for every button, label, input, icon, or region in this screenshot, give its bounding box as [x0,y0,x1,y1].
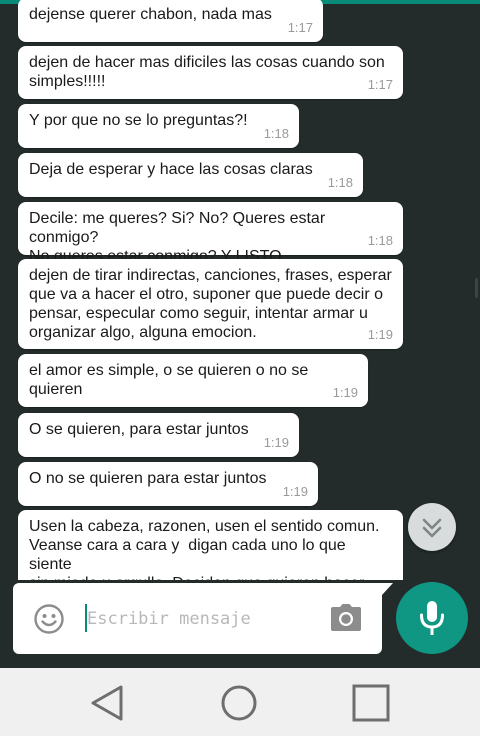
message-time: 1:19 [263,435,289,450]
message-bubble[interactable]: dejen de hacer mas dificiles las cosas c… [18,46,403,99]
message-time: 1:18 [327,175,353,190]
system-navigation-bar [0,668,480,736]
message-bubble[interactable]: Usen la cabeza, razonen, usen el sentido… [18,510,403,580]
message-text: Decile: me queres? Si? No? Queres estar … [29,210,326,265]
message-bubble[interactable]: dejen de tirar indirectas, canciones, fr… [18,259,403,349]
message-bubble[interactable]: Y por que no se lo preguntas?! 1:18 [18,104,299,148]
camera-icon [331,604,361,631]
emoji-button[interactable] [33,603,65,635]
message-time: 1:19 [282,484,308,499]
message-bubble[interactable]: O no se quieren para estar juntos 1:19 [18,462,318,506]
message-text: O se quieren, para estar juntos [29,421,249,438]
message-time: 1:17 [287,20,313,35]
message-bubble[interactable]: Decile: me queres? Si? No? Queres estar … [18,202,403,265]
message-text: Deja de esperar y hace las cosas claras [29,161,313,178]
back-triangle-icon [91,685,123,721]
message-text: dejen de hacer mas dificiles las cosas c… [29,54,385,90]
nav-home-button[interactable] [219,683,259,723]
message-bubble[interactable]: el amor es simple, o se quieren o no se … [18,354,368,407]
message-time: 1:19 [367,327,393,342]
message-bubble[interactable]: dejense querer chabon, nada mas 1:17 [18,0,323,42]
message-bubble[interactable]: Deja de esperar y hace las cosas claras … [18,153,363,197]
message-time: 1:17 [367,77,393,92]
message-input[interactable] [85,607,317,631]
microphone-icon [420,601,444,635]
scroll-indicator [475,278,478,298]
home-circle-icon [221,685,257,721]
message-list[interactable]: dejense querer chabon, nada mas 1:17 dej… [0,0,480,580]
message-bubble[interactable]: O se quieren, para estar juntos 1:19 [18,413,299,457]
microphone-button[interactable] [396,582,468,654]
nav-recent-apps-button[interactable] [351,683,391,723]
message-text: el amor es simple, o se quieren o no se … [29,362,313,398]
camera-button[interactable] [329,603,363,633]
message-text: dejense querer chabon, nada mas [29,6,272,23]
double-chevron-down-icon [422,518,442,538]
nav-back-button[interactable] [88,683,128,723]
message-time: 1:18 [367,233,393,248]
message-composer [13,583,382,654]
recent-apps-square-icon [352,684,390,722]
message-text: Usen la cabeza, razonen, usen el sentido… [29,518,380,580]
message-time: 1:19 [332,385,358,400]
message-text: dejen de tirar indirectas, canciones, fr… [29,267,392,341]
scroll-to-bottom-button[interactable] [408,503,456,551]
composer-tail [382,583,393,595]
message-text: O no se quieren para estar juntos [29,470,267,487]
message-time: 1:18 [263,126,289,141]
message-text: Y por que no se lo preguntas?! [29,112,248,129]
emoji-icon [34,604,64,634]
